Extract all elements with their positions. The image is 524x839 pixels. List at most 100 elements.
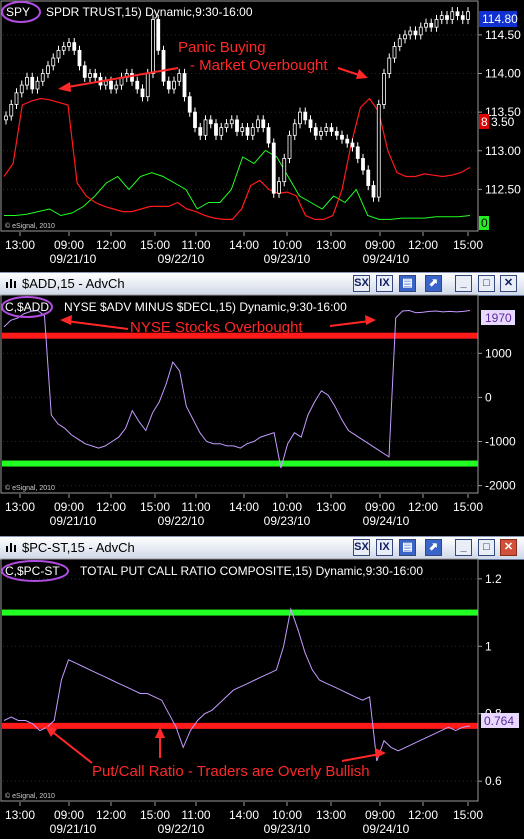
spy-price-chart[interactable]: 114.50114.00113.50113.00112.50 114.80 8 … [0,0,524,264]
spy-candle-body [77,49,82,67]
spy-candle-body [429,22,434,28]
link-window-icon[interactable]: ⬈ [425,275,442,292]
spy-candle-body [445,15,449,20]
spy-candle-body [135,80,140,90]
spy-candle-body [298,111,302,125]
spy-candle-body [329,127,334,132]
spy-y-tick-label: 112.50 [485,182,521,196]
add-x-tick-label: 12:00 [408,500,438,514]
spy-red-marker: 8 [481,115,488,129]
sx-button[interactable]: SX [353,275,370,292]
spy-red-marker-tick: 3.50 [491,115,515,129]
spy-candle-body [109,80,113,90]
spy-x-tick-label: 14:00 [229,238,259,252]
spy-candle-body [193,111,197,128]
pcst-window-titlebar[interactable]: $PC-ST,15 - AdvCh SX IX ▤ ⬈ _ □ ✕ [0,536,524,560]
pcst-y-tick-label: 0.6 [485,774,502,788]
add-title: NYSE $ADV MINUS $DECL,15) Dynamic,9:30-1… [64,300,347,314]
spy-candle-body [161,49,166,82]
add-window-titlebar[interactable]: $ADD,15 - AdvCh SX IX ▤ ⬈ _ □ ✕ [0,272,524,296]
spy-candle-body [355,146,360,159]
spy-candle-body [182,73,187,98]
add-x-tick-label: 13:00 [5,500,35,514]
add-x-tick-label: 14:00 [229,500,259,514]
spy-y-tick-label: 113.00 [485,144,521,158]
pcst-annotation: Put/Call Ratio - Traders are Overly Bull… [92,763,370,780]
pcst-bullish-line [2,722,478,729]
pcst-date-label: 09/21/10 [50,822,97,836]
spy-candle-body [156,19,161,51]
spy-candle-body [371,185,376,198]
pcst-date-label: 09/22/10 [158,822,205,836]
add-x-tick-label: 15:00 [453,500,483,514]
spy-candle-body [56,49,61,59]
spy-x-tick-label: 09:00 [365,238,395,252]
spy-candle-body [151,19,155,74]
spy-annotation-line2: - Market Overbought [190,57,328,74]
add-date-label: 09/23/10 [264,514,311,528]
spy-candle-body [25,76,29,86]
spy-candle-body [303,111,308,121]
add-date-label: 09/21/10 [50,514,97,528]
spy-candle-body [130,73,134,82]
add-date-label: 09/22/10 [158,514,205,528]
minimize-button[interactable]: _ [455,275,472,292]
spy-candle-body [19,84,24,94]
maximize-button[interactable]: □ [478,539,495,556]
close-button[interactable]: ✕ [500,539,517,556]
save-layout-icon[interactable]: ▤ [399,275,416,292]
ix-button[interactable]: IX [376,275,393,292]
spy-candle-body [229,119,234,125]
spy-x-tick-label: 13:00 [316,238,346,252]
add-y-tick-label: 1000 [485,346,512,360]
spy-date-label: 09/21/10 [50,252,97,264]
pcst-y-tick-label: 1 [485,639,492,653]
close-button[interactable]: ✕ [500,275,517,292]
chart-window-icon [6,279,16,288]
ix-button[interactable]: IX [376,539,393,556]
spy-candle-body [224,123,229,128]
spy-candle-body [313,127,318,136]
spy-candle-body [140,88,145,98]
maximize-button[interactable]: □ [478,275,495,292]
add-window-title: $ADD,15 - AdvCh [22,276,125,291]
spy-candle-body [82,65,87,78]
minimize-button[interactable]: _ [455,539,472,556]
save-layout-icon[interactable]: ▤ [399,539,416,556]
spy-candle-body [350,142,355,148]
pcst-indicator-chart[interactable]: 1.210.80.6 0.764 C,$PC-ST TOTAL PUT CALL… [0,558,524,839]
pcst-x-tick-label: 12:00 [408,808,438,822]
spy-last-price: 114.80 [482,12,518,26]
add-x-tick-label: 11:00 [181,500,210,514]
spy-candle-body [46,65,50,74]
sx-button[interactable]: SX [353,539,370,556]
spy-candle-body [9,104,14,117]
spy-candle-body [67,42,71,47]
spy-candle-body [261,119,266,128]
link-window-icon[interactable]: ⬈ [425,539,442,556]
pcst-date-label: 09/23/10 [264,822,311,836]
spy-candle-body [88,73,92,78]
add-y-tick-label: 0 [485,390,492,404]
spy-candle-body [240,127,245,132]
spy-x-tick-label: 09:00 [54,238,84,252]
spy-y-tick-label: 114.50 [485,28,521,42]
add-date-label: 09/24/10 [363,514,410,528]
pcst-symbol: C,$PC-ST [5,564,60,578]
add-copyright: © eSignal, 2010 [5,484,55,492]
spy-candle-body [387,57,392,74]
spy-candle-body [376,104,381,198]
spy-candle-body [408,30,413,36]
add-indicator-chart[interactable]: 1000 0 -1000 -2000 1970 C,$ADD NYSE $ADV MI… [0,294,524,534]
add-y-tick-label: -1000 [485,435,516,449]
spy-candle-body [219,127,224,136]
spy-x-tick-label: 13:00 [5,238,35,252]
add-y-tick-label: -2000 [485,479,516,493]
spy-candle-body [103,80,108,86]
add-x-tick-label: 09:00 [365,500,395,514]
spy-date-label: 09/22/10 [158,252,205,264]
spy-candle-body [282,158,287,183]
add-oversold-line [2,460,478,467]
spy-candle-body [14,92,19,105]
add-x-tick-label: 09:00 [54,500,84,514]
